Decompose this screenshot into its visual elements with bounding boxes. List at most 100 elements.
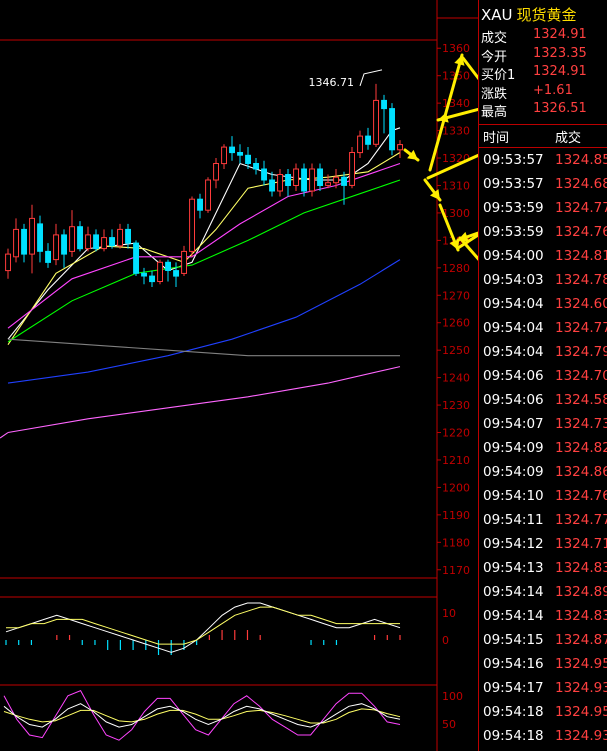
quote-panel: XAU 现货黄金 成交 1324.91 今开 1323.35 买价1 1324.91 涨跌 +1… — [478, 0, 607, 751]
ma250-line — [7, 366, 401, 434]
trade-row[interactable]: 09:54:12 1324.71 — [483, 536, 607, 552]
price-tick-label: 1360 — [442, 42, 470, 55]
candle-body — [13, 228, 20, 258]
trade-row[interactable]: 09:54:14 1324.89 — [483, 584, 607, 600]
trade-row[interactable]: 09:54:09 1324.82 — [483, 440, 607, 456]
trade-row[interactable]: 09:54:17 1324.93 — [483, 680, 607, 696]
quote-value: 1326.51 — [533, 101, 587, 116]
peak-price-label: 1346.71 — [309, 76, 355, 89]
trade-price: 1324.70 — [555, 368, 607, 384]
trade-time: 09:54:18 — [483, 728, 544, 744]
candle-body — [333, 176, 340, 184]
candle-body — [85, 234, 91, 250]
trade-row[interactable]: 09:54:16 1324.95 — [483, 656, 607, 672]
candle-body — [221, 146, 228, 165]
peak-label-leader — [359, 69, 383, 87]
trade-time: 09:53:57 — [483, 152, 544, 168]
trade-row[interactable]: 09:53:57 1324.68 — [483, 176, 607, 192]
kdj-j-line — [3, 689, 401, 741]
candle-body — [349, 152, 356, 186]
candle-body — [181, 250, 188, 274]
candle-body — [37, 223, 43, 252]
trade-row[interactable]: 09:54:07 1324.73 — [483, 416, 607, 432]
quote-row: 涨跌 +1.61 — [481, 83, 573, 102]
trade-list-header: 时间 成交 — [479, 124, 607, 148]
trade-time: 09:54:04 — [483, 296, 544, 312]
price-tick-label: 1250 — [442, 344, 470, 357]
candle-body — [357, 135, 364, 154]
trade-row[interactable]: 09:53:59 1324.76 — [483, 224, 607, 240]
trade-row[interactable]: 09:54:06 1324.70 — [483, 368, 607, 384]
price-tick-label: 1200 — [442, 481, 470, 494]
candle-body — [325, 182, 332, 186]
trade-time: 09:53:59 — [483, 224, 544, 240]
kdj-tick-label: 100 — [442, 690, 463, 703]
trade-time: 09:54:15 — [483, 632, 544, 648]
trade-time: 09:54:11 — [483, 512, 544, 528]
candle-body — [29, 217, 36, 255]
trade-time: 09:54:04 — [483, 344, 544, 360]
trade-row[interactable]: 09:54:15 1324.87 — [483, 632, 607, 648]
candle-body — [301, 168, 308, 192]
trade-price: 1324.71 — [555, 536, 607, 552]
trade-time: 09:54:06 — [483, 368, 544, 384]
candle-body — [285, 174, 292, 186]
trade-time: 09:54:12 — [483, 536, 544, 552]
ma5-line — [7, 127, 401, 340]
trade-row[interactable]: 09:54:00 1324.81 — [483, 248, 607, 264]
price-tick-label: 1280 — [442, 262, 470, 275]
candle-body — [189, 198, 196, 252]
candle-body — [149, 275, 156, 283]
candle-body — [197, 198, 204, 211]
quote-value: 1324.91 — [533, 27, 587, 42]
quote-label: 涨跌 — [481, 86, 508, 102]
candle-body — [157, 261, 164, 282]
candle-body — [293, 168, 300, 186]
quote-row: 今开 1323.35 — [481, 46, 587, 65]
ma60-line — [7, 259, 401, 384]
trade-row[interactable]: 09:54:18 1324.93 — [483, 728, 607, 744]
trade-row[interactable]: 09:54:10 1324.76 — [483, 488, 607, 504]
trade-time: 09:54:17 — [483, 680, 544, 696]
trade-row[interactable]: 09:54:04 1324.79 — [483, 344, 607, 360]
chart-area[interactable]: 1360135013401330132013101300129012801270… — [0, 0, 478, 751]
price-tick-label: 1240 — [442, 372, 470, 385]
candle-body — [93, 234, 99, 250]
trade-row[interactable]: 09:54:13 1324.83 — [483, 560, 607, 576]
candlestick-chart[interactable]: 1360135013401330132013101300129012801270… — [0, 0, 478, 751]
quote-header: XAU 现货黄金 — [481, 4, 577, 25]
price-tick-label: 1320 — [442, 152, 470, 165]
candle-body — [269, 179, 276, 192]
symbol-name: 现货黄金 — [516, 6, 577, 24]
trade-row[interactable]: 09:54:14 1324.83 — [483, 608, 607, 624]
macd-tick-label: 10 — [442, 607, 456, 620]
candle-body — [381, 99, 388, 110]
trade-time: 09:54:03 — [483, 272, 544, 288]
trade-row[interactable]: 09:53:59 1324.77 — [483, 200, 607, 216]
trade-price: 1324.85 — [555, 152, 607, 168]
trade-time: 09:54:09 — [483, 440, 544, 456]
trade-row[interactable]: 09:54:06 1324.58 — [483, 392, 607, 408]
candle-body — [229, 146, 236, 154]
trade-row[interactable]: 09:53:57 1324.85 — [483, 152, 607, 168]
candle-body — [277, 174, 284, 192]
quote-row: 买价1 1324.91 — [481, 64, 587, 83]
trade-row[interactable]: 09:54:03 1324.78 — [483, 272, 607, 288]
quote-value: +1.61 — [533, 82, 573, 98]
trade-time: 09:54:10 — [483, 488, 544, 504]
trade-row[interactable]: 09:54:18 1324.95 — [483, 704, 607, 720]
candle-body — [253, 163, 260, 170]
trade-row[interactable]: 09:54:11 1324.77 — [483, 512, 607, 528]
trade-price: 1324.89 — [555, 584, 607, 600]
trade-row[interactable]: 09:54:09 1324.86 — [483, 464, 607, 480]
trade-price: 1324.95 — [555, 656, 607, 672]
candle-body — [261, 168, 268, 181]
trade-time: 09:54:00 — [483, 248, 544, 264]
trade-time: 09:54:16 — [483, 656, 544, 672]
trade-row[interactable]: 09:54:04 1324.77 — [483, 320, 607, 336]
trade-row[interactable]: 09:54:04 1324.60 — [483, 296, 607, 312]
candle-body — [245, 154, 252, 165]
candle-body — [141, 272, 148, 277]
candle-body — [389, 108, 396, 151]
price-tick-label: 1190 — [442, 509, 470, 522]
